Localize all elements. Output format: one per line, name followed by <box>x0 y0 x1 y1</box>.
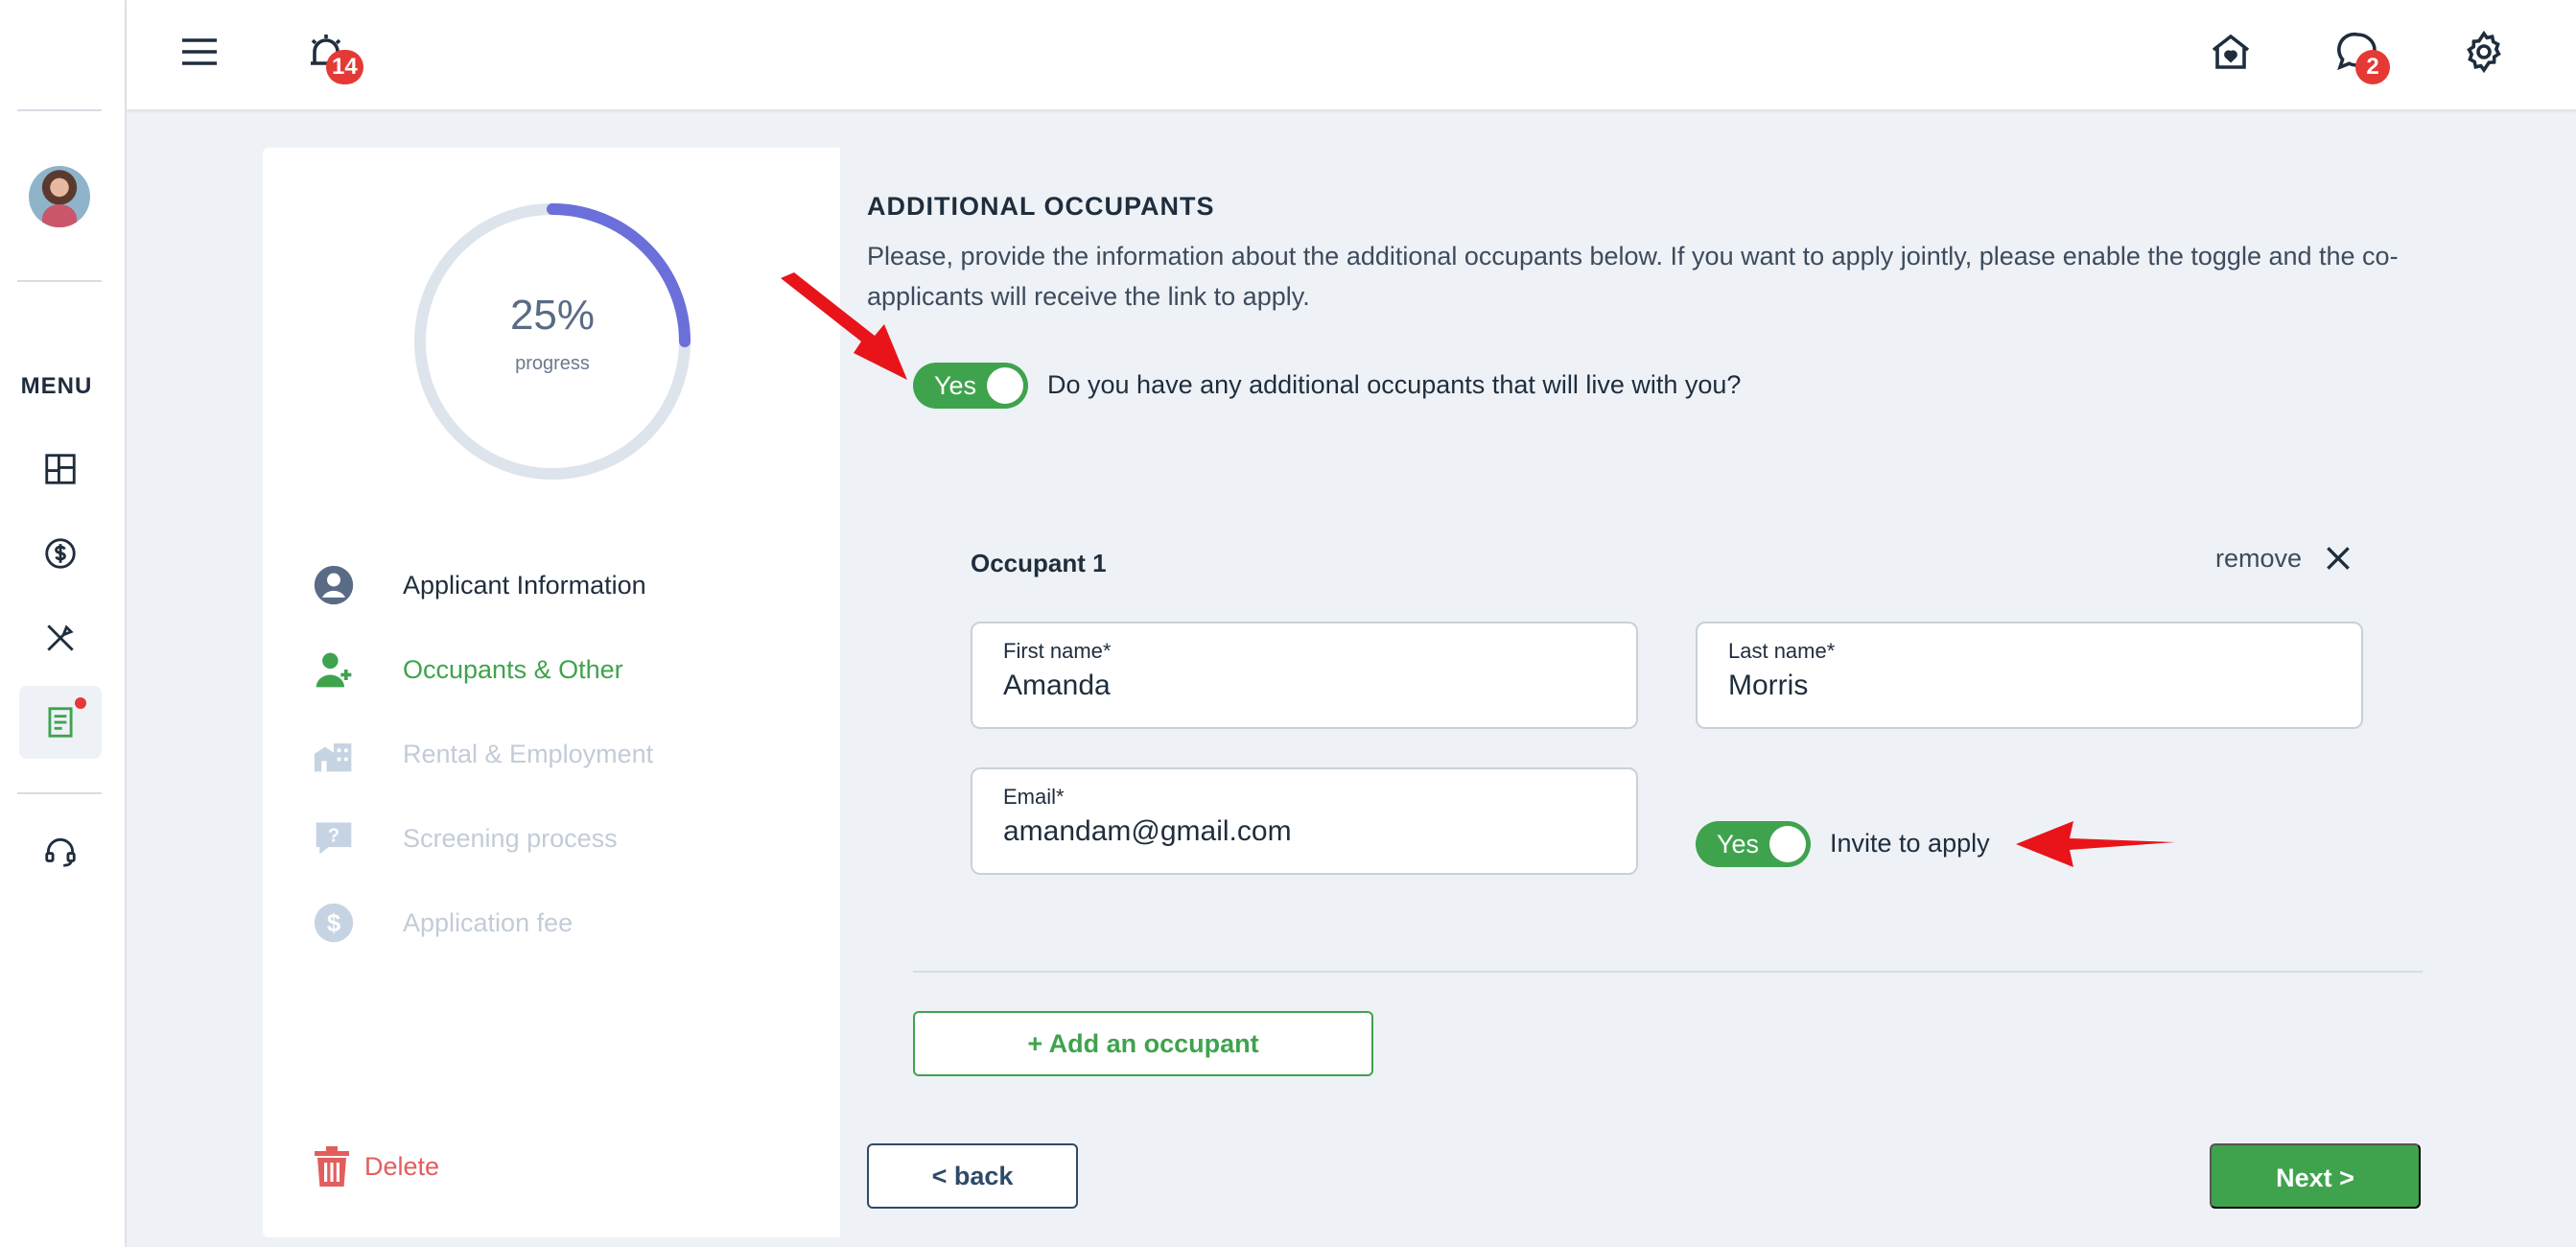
home-button[interactable] <box>2202 23 2260 81</box>
messages-button[interactable]: 2 <box>2329 23 2390 84</box>
additional-occupants-toggle[interactable]: Yes <box>913 363 1028 409</box>
delete-application-button[interactable]: Delete <box>313 1145 439 1188</box>
progress-ring <box>414 203 691 480</box>
section-title: ADDITIONAL OCCUPANTS <box>867 192 1215 221</box>
hamburger-icon <box>182 38 217 65</box>
support-headset-icon <box>45 837 76 867</box>
menu-label: MENU <box>20 373 93 399</box>
invite-to-apply-label: Invite to apply <box>1830 829 1990 858</box>
additional-occupants-question: Do you have any additional occupants tha… <box>1047 370 1742 399</box>
step-rental-employment[interactable]: Rental & Employment <box>313 725 653 783</box>
notification-dot <box>75 697 86 709</box>
application-icon <box>48 707 73 738</box>
toggle-label: Yes <box>934 371 977 400</box>
dollar-icon <box>45 538 76 569</box>
step-label: Rental & Employment <box>403 739 654 768</box>
step-screening-process[interactable]: ? Screening process <box>313 810 618 867</box>
remove-occupant-button[interactable]: remove <box>2215 543 2354 574</box>
svg-text:?: ? <box>328 826 340 847</box>
top-bar: 14 2 <box>127 0 2576 109</box>
settings-button[interactable] <box>2455 23 2513 81</box>
first-name-label: First name* <box>1003 639 1112 663</box>
dollar-circle-icon: $ <box>313 902 355 944</box>
section-description: Please, provide the information about th… <box>867 242 2399 311</box>
section-divider <box>913 971 2423 973</box>
application-steps-panel: 25% progress Applicant Information Occup… <box>263 148 840 1237</box>
email-field[interactable]: Email* <box>971 767 1638 875</box>
rail-divider <box>17 280 102 282</box>
annotation-arrow-icon <box>781 272 907 380</box>
left-rail: MENU <box>0 0 127 1247</box>
occupants-form: ADDITIONAL OCCUPANTS Please, provide the… <box>840 148 2576 1247</box>
toggle-label: Yes <box>1717 830 1760 859</box>
step-applicant-information[interactable]: Applicant Information <box>313 556 646 614</box>
notifications-badge: 14 <box>326 50 363 84</box>
nav-support[interactable] <box>19 815 102 888</box>
step-label: Application fee <box>403 907 574 937</box>
home-heart-icon <box>2212 34 2250 69</box>
step-application-fee[interactable]: $ Application fee <box>313 894 573 952</box>
avatar[interactable] <box>29 166 90 227</box>
rail-divider <box>17 109 102 111</box>
gear-icon <box>2467 30 2501 74</box>
occupant-title: Occupant 1 <box>971 549 1107 577</box>
step-label: Occupants & Other <box>403 654 623 684</box>
remove-label: remove <box>2215 543 2303 573</box>
tools-icon <box>47 624 74 651</box>
messages-badge: 2 <box>2355 50 2390 84</box>
step-label: Screening process <box>403 823 618 853</box>
annotation-arrow-icon <box>2016 821 2175 867</box>
last-name-label: Last name* <box>1728 639 1836 663</box>
step-label: Applicant Information <box>403 570 646 600</box>
nav-dashboard[interactable] <box>19 433 102 506</box>
next-button[interactable]: Next > <box>2210 1143 2421 1209</box>
nav-finance[interactable] <box>19 517 102 590</box>
progress-label: progress <box>515 353 590 374</box>
back-button[interactable]: < back <box>867 1143 1078 1209</box>
trash-icon <box>315 1146 349 1187</box>
first-name-input[interactable] <box>1003 670 1605 702</box>
add-occupant-button[interactable]: + Add an occupant <box>913 1011 1373 1076</box>
building-icon <box>313 733 355 775</box>
nav-applications[interactable] <box>19 686 102 759</box>
email-input[interactable] <box>1003 815 1605 848</box>
notifications-button[interactable]: 14 <box>297 23 363 84</box>
last-name-field[interactable]: Last name* <box>1696 622 2363 729</box>
close-icon <box>2327 547 2350 570</box>
invite-to-apply-toggle[interactable]: Yes <box>1696 821 1811 867</box>
rail-divider <box>17 792 102 794</box>
email-label: Email* <box>1003 785 1065 809</box>
svg-text:$: $ <box>327 910 340 937</box>
step-occupants-other[interactable]: Occupants & Other <box>313 641 623 698</box>
question-bubble-icon: ? <box>313 817 355 859</box>
first-name-field[interactable]: First name* <box>971 622 1638 729</box>
user-circle-icon <box>313 564 355 606</box>
hamburger-menu-button[interactable] <box>171 23 228 81</box>
nav-maintenance[interactable] <box>19 601 102 674</box>
progress-percent: 25% <box>509 292 596 339</box>
last-name-input[interactable] <box>1728 670 2330 702</box>
dashboard-icon <box>45 454 76 484</box>
user-add-icon <box>313 648 355 691</box>
delete-label: Delete <box>364 1151 440 1181</box>
